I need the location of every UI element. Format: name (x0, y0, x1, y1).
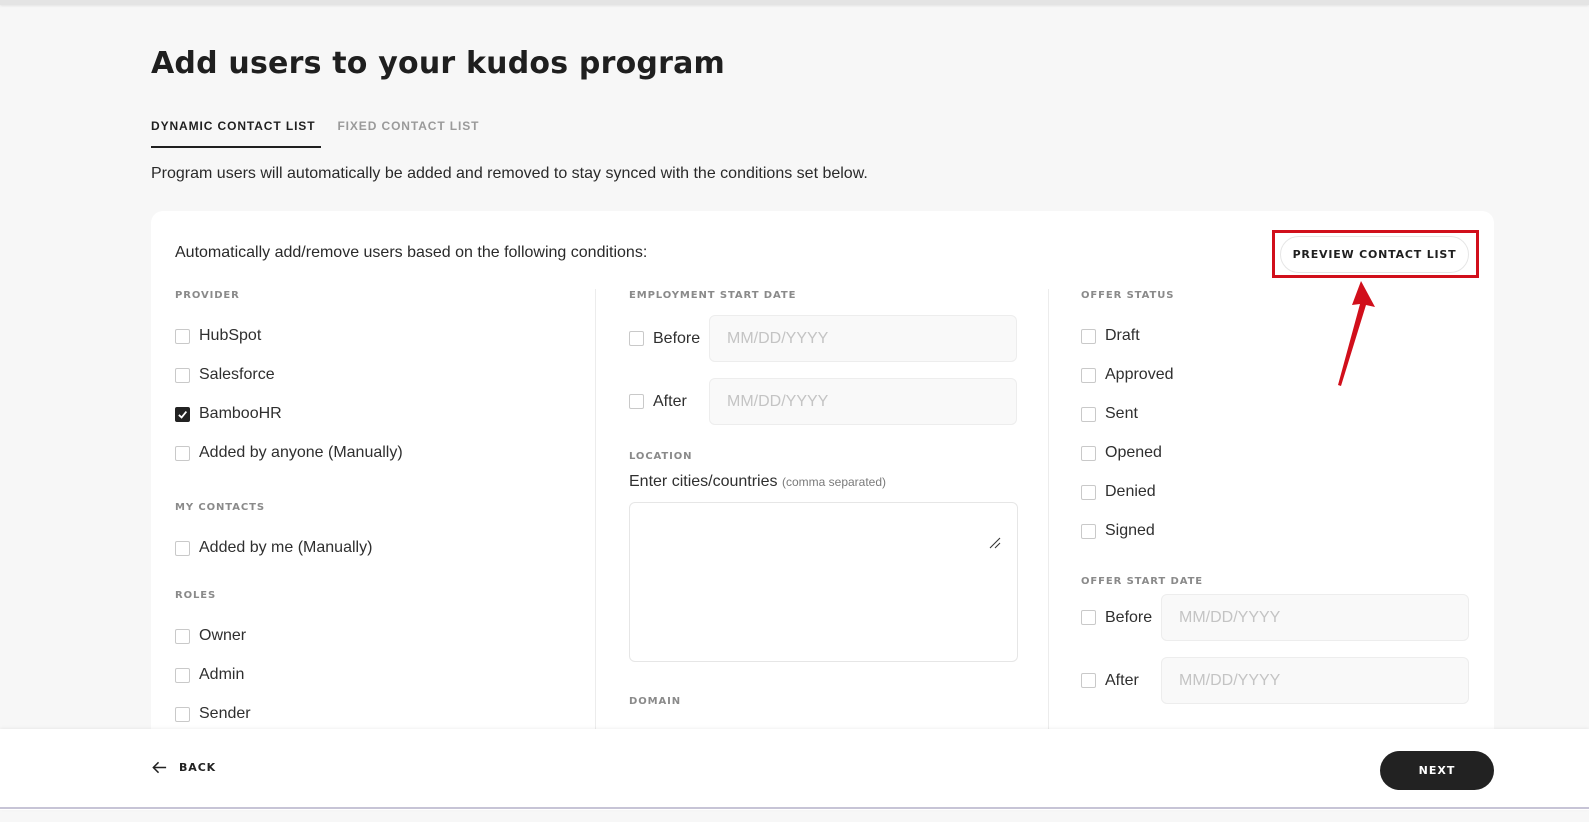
checkbox[interactable] (629, 394, 644, 409)
option-label: HubSpot (199, 327, 262, 344)
option-label: Before (653, 329, 701, 347)
offer-status-signed[interactable]: Signed (1081, 521, 1470, 541)
employment-start-date-label: EMPLOYMENT START DATE (629, 290, 797, 301)
offer-start-date-label: OFFER START DATE (1081, 576, 1204, 587)
location-textarea-wrapper (629, 502, 1018, 662)
tab-fixed-contact-list[interactable]: FIXED CONTACT LIST (337, 112, 479, 148)
arrow-left-icon (152, 761, 167, 774)
option-label: After (653, 392, 687, 410)
provider-option-salesforce[interactable]: Salesforce (175, 365, 595, 385)
checkbox[interactable] (1081, 484, 1096, 500)
role-option-admin[interactable]: Admin (175, 665, 595, 685)
checkbox[interactable] (175, 628, 190, 644)
employment-before-row: Before (629, 315, 1049, 362)
option-label: Signed (1105, 522, 1155, 539)
offer-status-sent[interactable]: Sent (1081, 404, 1470, 424)
employment-after-date-input[interactable] (709, 378, 1017, 425)
next-button[interactable]: NEXT (1380, 751, 1494, 790)
checkbox[interactable] (175, 667, 190, 683)
provider-option-added-by-anyone[interactable]: Added by anyone (Manually) (175, 443, 595, 463)
roles-section-label: ROLES (175, 590, 217, 601)
back-label: BACK (179, 761, 217, 774)
checkbox[interactable] (1081, 367, 1096, 383)
option-label: Added by anyone (Manually) (199, 444, 403, 461)
provider-option-bamboohr[interactable]: BambooHR (175, 404, 595, 424)
checkbox[interactable] (629, 331, 644, 346)
intro-text: Program users will automatically be adde… (151, 165, 868, 182)
employment-before-date-input[interactable] (709, 315, 1017, 362)
role-option-sender[interactable]: Sender (175, 704, 595, 724)
column-employment-location: EMPLOYMENT START DATE Before After LOCAT… (595, 289, 1049, 749)
provider-section-label: PROVIDER (175, 290, 240, 301)
offer-after-toggle[interactable]: After (1081, 671, 1161, 691)
page-title: Add users to your kudos program (151, 46, 725, 81)
offer-before-toggle[interactable]: Before (1081, 608, 1161, 628)
offer-after-date-input[interactable] (1161, 657, 1469, 704)
option-label: Sender (199, 705, 251, 722)
employment-after-row: After (629, 378, 1049, 425)
checkbox[interactable] (1081, 406, 1096, 422)
option-label: Added by me (Manually) (199, 539, 373, 556)
offer-before-row: Before (1081, 594, 1470, 641)
checkbox[interactable] (175, 328, 190, 344)
option-label: Admin (199, 666, 245, 683)
tab-dynamic-contact-list[interactable]: DYNAMIC CONTACT LIST (151, 112, 322, 148)
bottom-divider (0, 807, 1589, 809)
offer-status-draft[interactable]: Draft (1081, 326, 1470, 346)
contact-list-tabs: DYNAMIC CONTACT LIST FIXED CONTACT LIST (151, 112, 479, 148)
offer-before-date-input[interactable] (1161, 594, 1469, 641)
column-offer: OFFER STATUS Draft Approved Sent Opened … (1048, 289, 1470, 749)
location-textarea[interactable] (629, 502, 1018, 662)
column-provider-roles: PROVIDER HubSpot Salesforce BambooHR Add… (175, 289, 595, 724)
option-label: Approved (1105, 366, 1174, 383)
provider-option-hubspot[interactable]: HubSpot (175, 326, 595, 346)
checkbox[interactable] (175, 540, 190, 556)
location-field-label-row: Enter cities/countries (comma separated) (629, 472, 1049, 492)
top-divider (0, 0, 1589, 5)
employment-before-toggle[interactable]: Before (629, 329, 709, 349)
preview-contact-list-button[interactable]: PREVIEW CONTACT LIST (1280, 236, 1469, 273)
resize-handle-icon[interactable] (989, 537, 1001, 549)
checkbox[interactable] (1081, 328, 1096, 344)
conditions-heading: Automatically add/remove users based on … (175, 244, 648, 261)
offer-status-denied[interactable]: Denied (1081, 482, 1470, 502)
checkbox[interactable] (1081, 523, 1096, 539)
offer-after-row: After (1081, 657, 1470, 704)
option-label: Denied (1105, 483, 1156, 500)
option-label: BambooHR (199, 405, 282, 422)
checkbox[interactable] (1081, 445, 1096, 461)
check-icon (178, 410, 188, 419)
checkbox-checked[interactable] (175, 406, 190, 422)
domain-section-label: DOMAIN (629, 696, 681, 707)
my-contacts-section-label: MY CONTACTS (175, 502, 265, 513)
checkbox[interactable] (175, 367, 190, 383)
conditions-card: Automatically add/remove users based on … (151, 211, 1494, 751)
role-option-owner[interactable]: Owner (175, 626, 595, 646)
option-label: Sent (1105, 405, 1138, 422)
offer-status-approved[interactable]: Approved (1081, 365, 1470, 385)
checkbox[interactable] (1081, 673, 1096, 688)
location-section-label: LOCATION (629, 451, 693, 462)
location-hint: (comma separated) (781, 475, 887, 489)
offer-status-opened[interactable]: Opened (1081, 443, 1470, 463)
checkbox[interactable] (1081, 610, 1096, 625)
offer-status-label: OFFER STATUS (1081, 290, 1175, 301)
back-button[interactable]: BACK (151, 759, 216, 776)
option-label: Opened (1105, 444, 1162, 461)
checkbox[interactable] (175, 706, 190, 722)
my-contacts-option-added-by-me[interactable]: Added by me (Manually) (175, 538, 595, 558)
checkbox[interactable] (175, 445, 190, 461)
option-label: Owner (199, 627, 247, 644)
option-label: Salesforce (199, 366, 275, 383)
option-label: Draft (1105, 327, 1140, 344)
employment-after-toggle[interactable]: After (629, 392, 709, 412)
option-label: Before (1105, 608, 1153, 626)
location-field-label: Enter cities/countries (629, 473, 778, 490)
footer-bar: BACK NEXT (0, 729, 1589, 810)
option-label: After (1105, 671, 1139, 689)
